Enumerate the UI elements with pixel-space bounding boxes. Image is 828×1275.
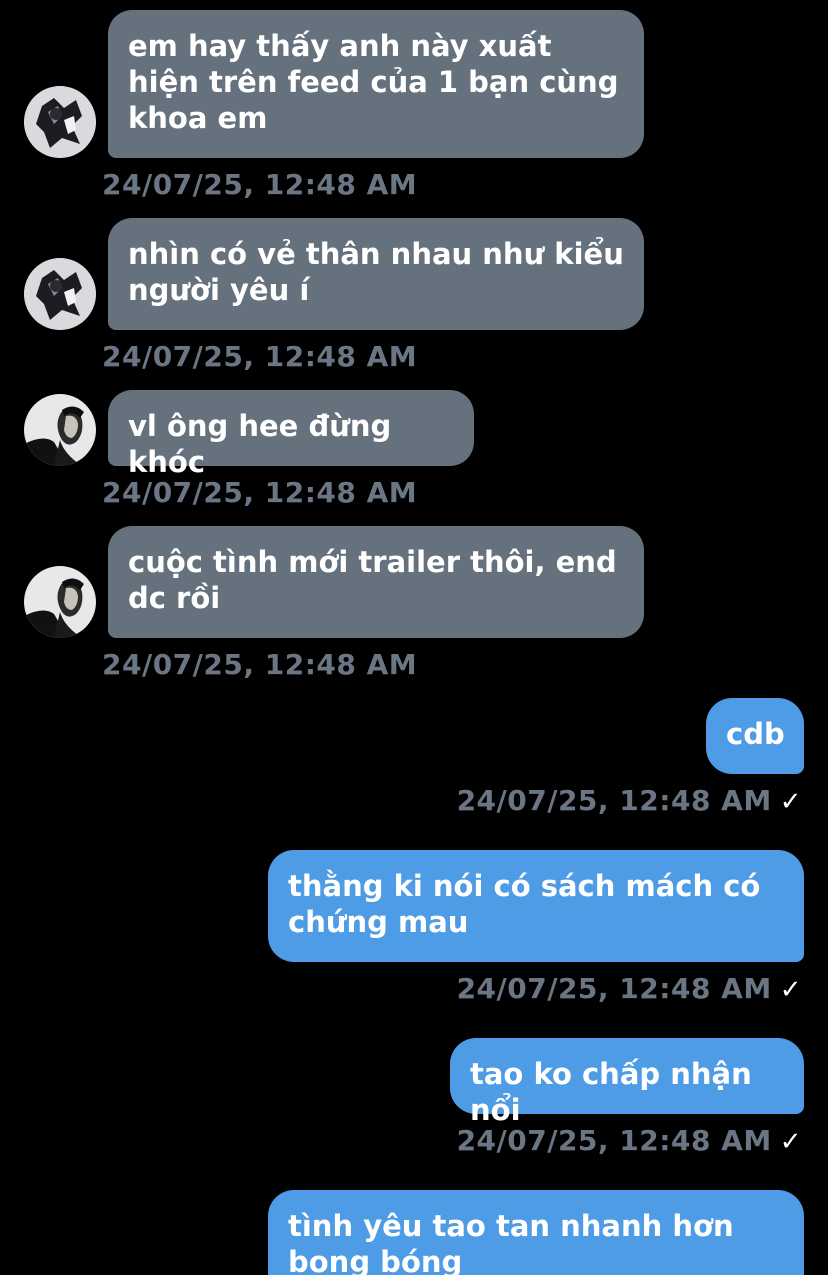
message-timestamp: 24/07/25, 12:48 AM bbox=[102, 340, 418, 373]
contact-b-avatar[interactable] bbox=[24, 394, 96, 466]
message-bubble-outgoing[interactable]: cdb bbox=[706, 698, 804, 774]
contact-b-avatar[interactable] bbox=[24, 566, 96, 638]
message-bubble-incoming[interactable]: em hay thấy anh này xuất hiện trên feed … bbox=[108, 10, 644, 158]
message-bubble-incoming[interactable]: vl ông hee đừng khóc bbox=[108, 390, 474, 479]
message-bubble-incoming[interactable]: cuộc tình mới trailer thôi, end dc rồi bbox=[108, 526, 644, 638]
message-timestamp: 24/07/25, 12:48 AM bbox=[102, 476, 418, 509]
timestamp-text: 24/07/25, 12:48 AM bbox=[456, 1124, 772, 1157]
contact-a-avatar[interactable] bbox=[24, 258, 96, 330]
chat-screen: em hay thấy anh này xuất hiện trên feed … bbox=[0, 0, 828, 1275]
check-icon: ✓ bbox=[779, 975, 802, 1005]
message-timestamp: 24/07/25, 12:48 AM ✓ bbox=[457, 972, 802, 1007]
timestamp-text: 24/07/25, 12:48 AM bbox=[456, 784, 772, 817]
message-timestamp: 24/07/25, 12:48 AM bbox=[102, 648, 418, 681]
timestamp-text: 24/07/25, 12:48 AM bbox=[456, 972, 772, 1005]
message-timestamp: 24/07/25, 12:48 AM ✓ bbox=[457, 1124, 802, 1159]
message-bubble-incoming[interactable]: nhìn có vẻ thân nhau như kiểu người yêu … bbox=[108, 218, 644, 330]
message-bubble-outgoing[interactable]: thằng ki nói có sách mách có chứng mau bbox=[268, 850, 804, 962]
contact-a-avatar[interactable] bbox=[24, 86, 96, 158]
message-bubble-outgoing[interactable]: tao ko chấp nhận nổi bbox=[450, 1038, 804, 1127]
message-bubble-outgoing[interactable]: tình yêu tao tan nhanh hơn bong bóng bbox=[268, 1190, 804, 1275]
message-timestamp: 24/07/25, 12:48 AM bbox=[102, 168, 418, 201]
check-icon: ✓ bbox=[779, 787, 802, 817]
message-timestamp: 24/07/25, 12:48 AM ✓ bbox=[457, 784, 802, 819]
check-icon: ✓ bbox=[779, 1127, 802, 1157]
